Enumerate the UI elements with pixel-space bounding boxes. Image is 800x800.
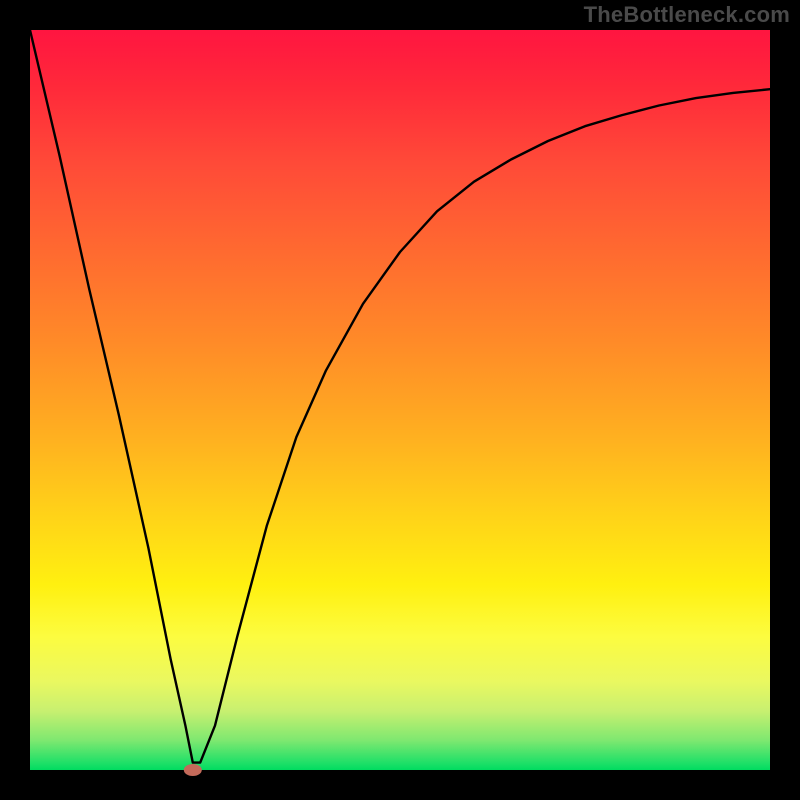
bottleneck-curve: [30, 30, 770, 763]
plot-area: [30, 30, 770, 770]
marker-dot: [184, 764, 202, 776]
plot-svg: [30, 30, 770, 770]
watermark-text: TheBottleneck.com: [584, 2, 790, 28]
chart-frame: TheBottleneck.com: [0, 0, 800, 800]
